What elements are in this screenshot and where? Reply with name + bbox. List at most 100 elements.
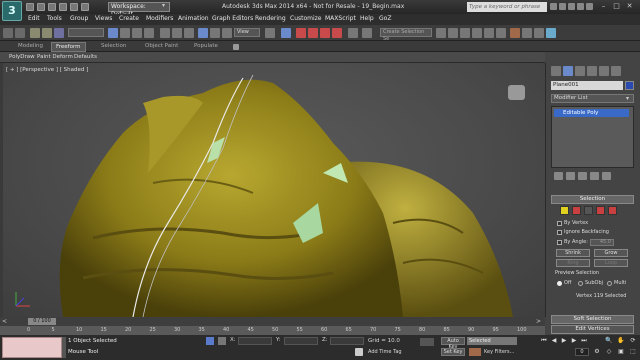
align-icon[interactable] <box>448 28 458 38</box>
set-key-button[interactable]: Set Key <box>441 348 465 356</box>
menu-help[interactable]: Help <box>360 15 374 22</box>
select-by-name-icon[interactable] <box>120 28 130 38</box>
stack-item-editable-poly[interactable]: Editable Poly <box>554 109 629 117</box>
select-object-icon[interactable] <box>108 28 118 38</box>
curve-editor-icon[interactable] <box>484 28 494 38</box>
zoom-extents-icon[interactable]: ▣ <box>617 348 625 356</box>
jacket-model[interactable] <box>3 63 545 317</box>
mirror-icon[interactable] <box>436 28 446 38</box>
search-input[interactable]: Type a keyword or phrase <box>467 2 547 12</box>
make-unique-icon[interactable] <box>578 172 587 180</box>
configure-modifier-sets-icon[interactable] <box>602 172 611 180</box>
selection-filter-dropdown[interactable] <box>68 28 104 37</box>
snaps-toggle-icon[interactable] <box>296 28 306 38</box>
by-angle-field[interactable]: 45.0 <box>590 239 614 246</box>
material-editor-icon[interactable] <box>510 28 520 38</box>
panel-defaults[interactable]: Defaults <box>74 54 97 60</box>
named-selection-set-dropdown[interactable]: Create Selection Se <box>380 28 432 42</box>
undo-icon[interactable] <box>3 28 13 38</box>
minimize-icon[interactable]: – <box>598 2 609 11</box>
play-icon[interactable]: ▶ <box>560 337 568 345</box>
render-setup-icon[interactable] <box>522 28 532 38</box>
tab-object-paint[interactable]: Object Paint <box>141 42 182 50</box>
tab-freeform[interactable]: Freeform <box>51 42 86 52</box>
ignore-backfacing-checkbox[interactable] <box>557 230 562 235</box>
graphite-toggle-icon[interactable] <box>472 28 482 38</box>
subscription-icon[interactable] <box>559 3 566 10</box>
named-selection-sets-icon[interactable] <box>362 28 372 38</box>
move-icon[interactable] <box>160 28 170 38</box>
panel-paint-deform[interactable]: Paint Deform <box>37 54 73 60</box>
menu-create[interactable]: Create <box>119 15 139 22</box>
save-file-icon[interactable] <box>48 3 56 11</box>
vertex-mode-icon[interactable] <box>560 206 569 215</box>
open-file-icon[interactable] <box>37 3 45 11</box>
menu-customize[interactable]: Customize <box>290 15 322 22</box>
menu-views[interactable]: Views <box>95 15 112 22</box>
key-mode-icon[interactable] <box>420 338 434 346</box>
element-mode-icon[interactable] <box>608 206 617 215</box>
menu-maxscript[interactable]: MAXScript <box>325 15 356 22</box>
modifier-list-dropdown[interactable]: Modifier List <box>551 94 634 103</box>
go-to-start-icon[interactable]: ⏮ <box>540 337 548 345</box>
preview-subobj-radio[interactable] <box>578 281 583 286</box>
grow-button[interactable]: Grow <box>594 249 628 257</box>
tab-populate[interactable]: Populate <box>190 42 222 50</box>
chevron-right-icon[interactable]: > <box>536 318 541 325</box>
object-color-swatch[interactable] <box>625 81 634 90</box>
tab-modeling[interactable]: Modeling <box>14 42 47 50</box>
add-time-tag[interactable]: Add Time Tag <box>368 349 402 355</box>
undo-icon[interactable] <box>59 3 67 11</box>
maximize-viewport-icon[interactable]: ⬚ <box>629 348 637 356</box>
angle-snap-icon[interactable] <box>308 28 318 38</box>
object-name-field[interactable]: Plane001 <box>551 81 623 90</box>
edge-mode-icon[interactable] <box>572 206 581 215</box>
tab-selection[interactable]: Selection <box>97 42 130 50</box>
rendered-frame-window-icon[interactable] <box>534 28 544 38</box>
previous-frame-icon[interactable]: ◀ <box>550 337 558 345</box>
spinner-snap-icon[interactable] <box>332 28 342 38</box>
scale-icon[interactable] <box>184 28 194 38</box>
pin-stack-icon[interactable] <box>554 172 563 180</box>
menu-goz[interactable]: GoZ <box>379 15 391 22</box>
panel-polydraw[interactable]: PolyDraw <box>9 54 35 60</box>
render-production-icon[interactable] <box>546 28 556 38</box>
time-slider[interactable]: 0 / 100 <box>28 318 56 325</box>
display-panel-icon[interactable] <box>599 66 609 76</box>
x-coordinate-field[interactable] <box>238 337 272 345</box>
select-link-icon[interactable] <box>30 28 40 38</box>
menu-edit[interactable]: Edit <box>28 15 40 22</box>
key-filters-button[interactable]: Key Filters... <box>484 348 522 356</box>
selection-rollout-header[interactable]: Selection <box>551 195 634 204</box>
workspace-dropdown[interactable]: Workspace: Default <box>108 2 170 18</box>
pivot-center-icon[interactable] <box>265 28 275 38</box>
reference-coordinate-dropdown[interactable]: View <box>234 28 260 37</box>
motion-panel-icon[interactable] <box>587 66 597 76</box>
absolute-mode-icon[interactable] <box>218 337 226 345</box>
chevron-left-icon[interactable]: < <box>2 318 7 325</box>
ring-button[interactable]: Ring <box>556 259 590 267</box>
menu-graph-editors[interactable]: Graph Editors <box>212 15 253 22</box>
help-icon[interactable] <box>586 3 593 10</box>
go-to-end-icon[interactable]: ⏭ <box>580 337 588 345</box>
current-frame-field[interactable]: 0 <box>575 348 589 356</box>
pan-icon[interactable]: ✋ <box>617 337 625 345</box>
maximize-icon[interactable]: □ <box>611 2 622 11</box>
search-icon[interactable] <box>550 3 557 10</box>
perspective-viewport[interactable] <box>3 63 545 317</box>
new-file-icon[interactable] <box>26 3 34 11</box>
key-set-dropdown[interactable]: Selected <box>467 337 517 345</box>
next-frame-icon[interactable]: ▶ <box>570 337 578 345</box>
project-folder-icon[interactable] <box>81 3 89 11</box>
select-manipulate-icon[interactable] <box>198 28 208 38</box>
border-mode-icon[interactable] <box>584 206 593 215</box>
region-select-icon[interactable] <box>132 28 142 38</box>
bind-space-warp-icon[interactable] <box>54 28 64 38</box>
orbit-icon[interactable]: ⟳ <box>629 337 637 345</box>
maxscript-listener[interactable] <box>2 337 62 358</box>
redo-icon[interactable] <box>70 3 78 11</box>
app-logo-icon[interactable]: 3 <box>2 1 22 21</box>
by-vertex-checkbox[interactable] <box>557 221 562 226</box>
create-panel-icon[interactable] <box>551 66 561 76</box>
remove-modifier-icon[interactable] <box>590 172 599 180</box>
